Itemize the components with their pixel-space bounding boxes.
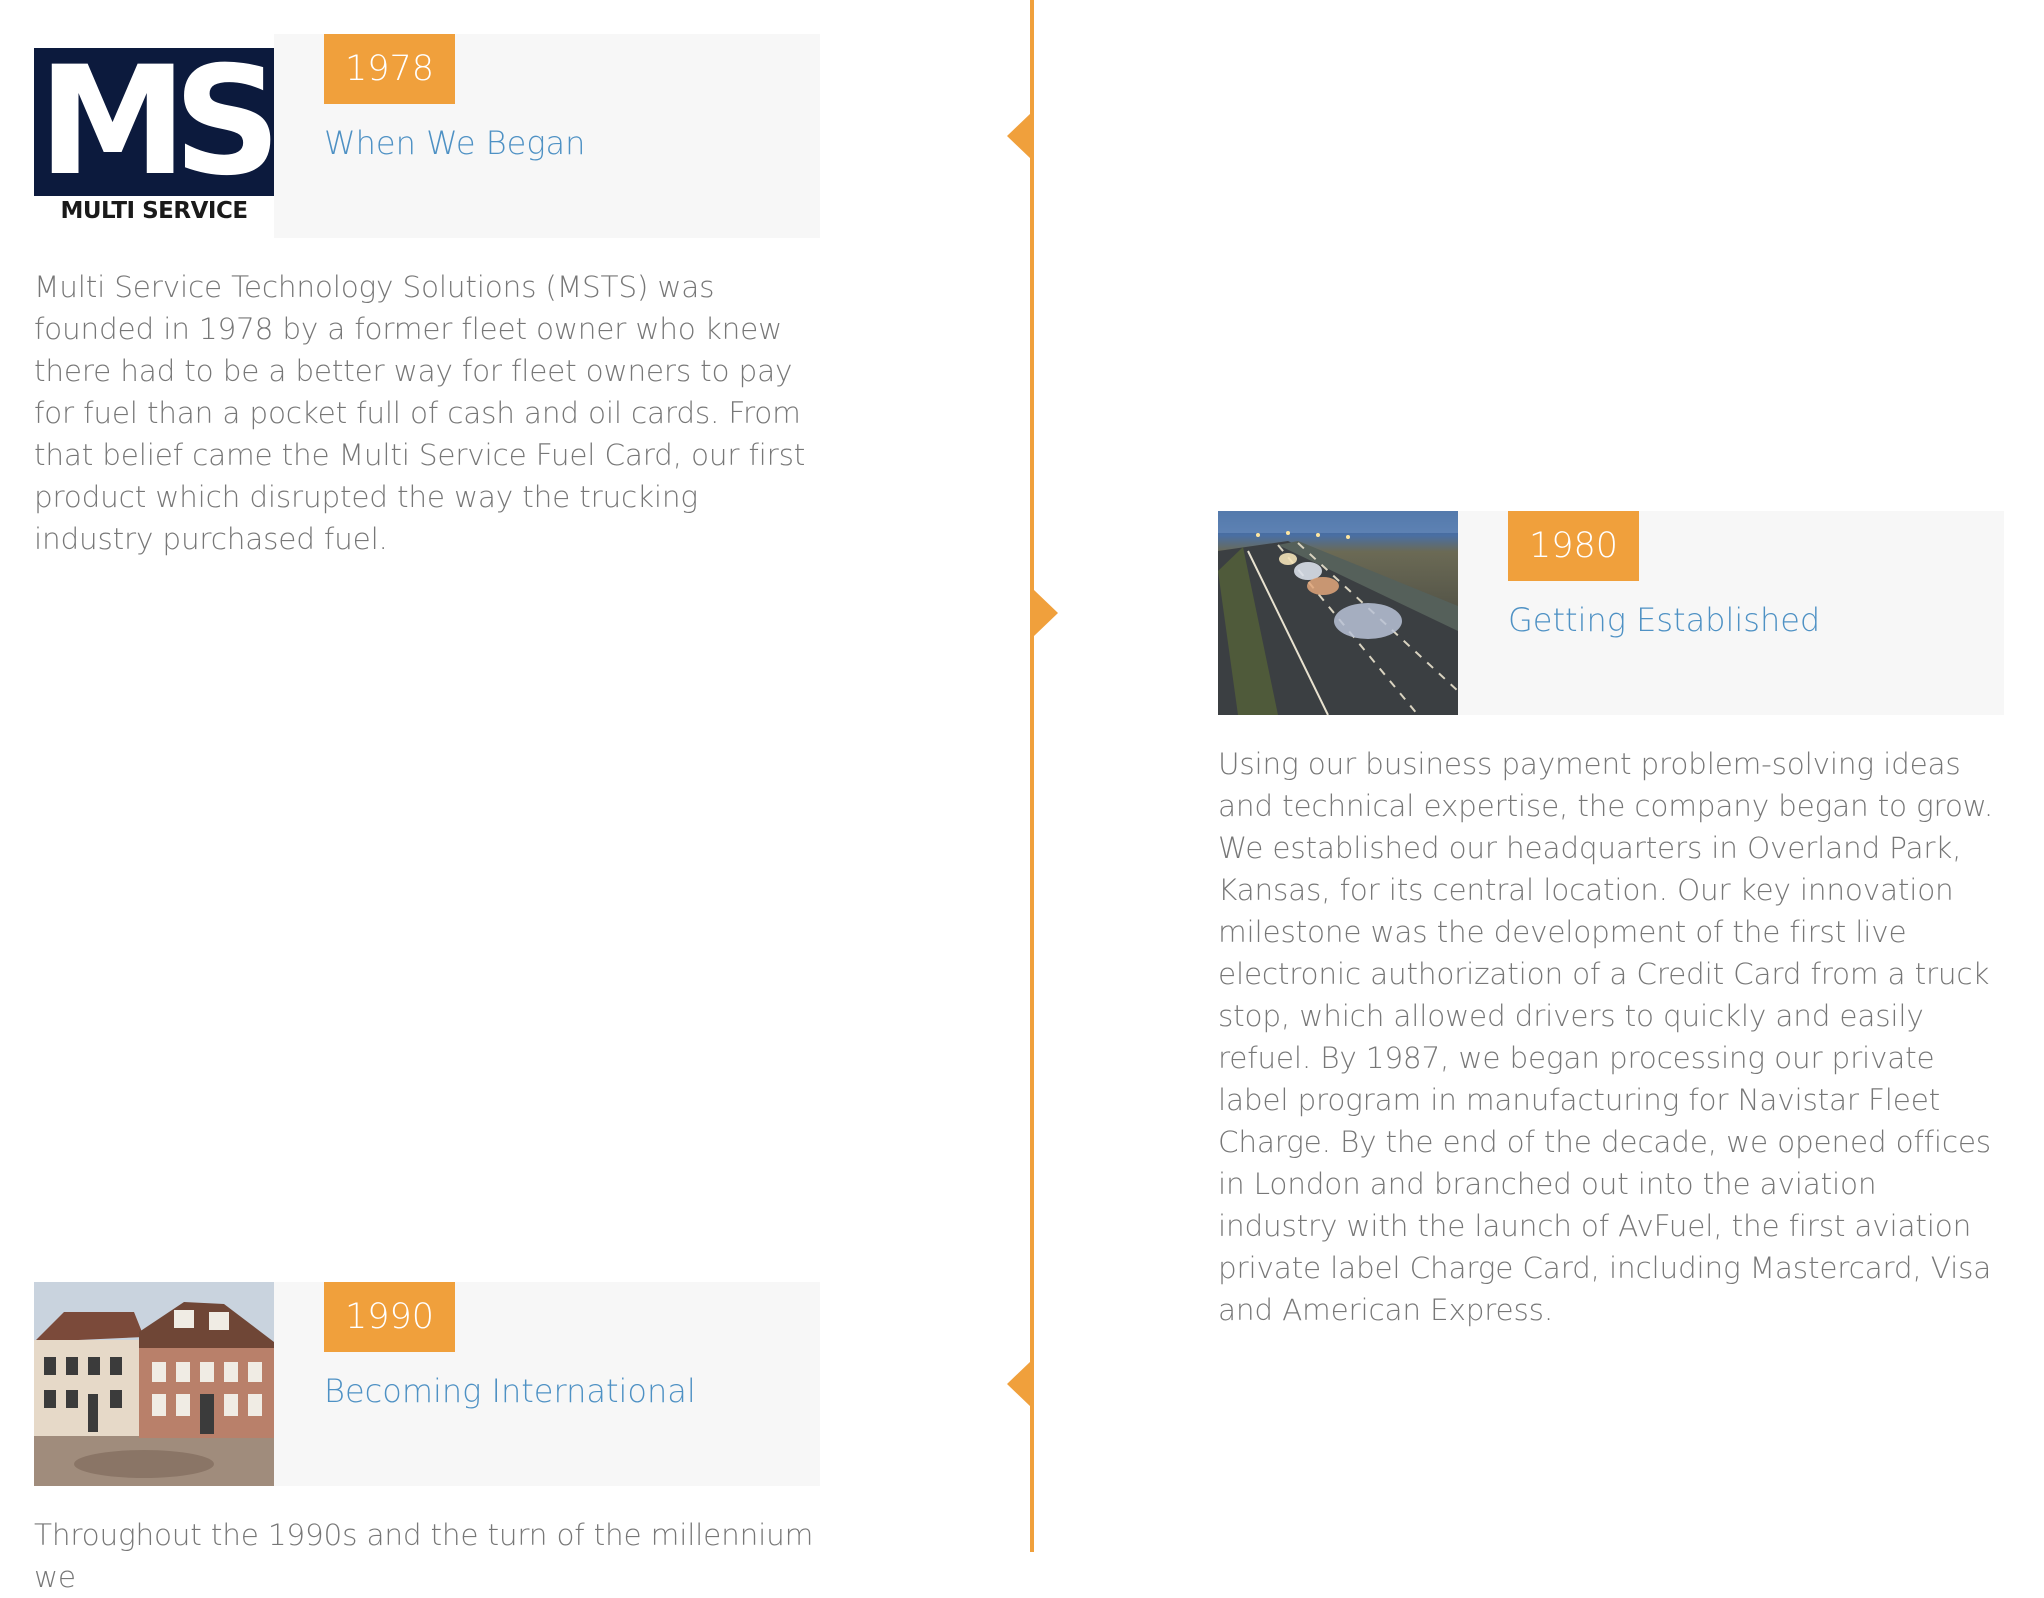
ms-logo-image: MS MULTI SERVICE [34, 34, 274, 238]
entry-description: Throughout the 1990s and the turn of the… [34, 1518, 814, 1594]
logo-caption: MULTI SERVICE [60, 198, 248, 224]
logo: MS MULTI SERVICE [34, 35, 274, 224]
entry-card: MS MULTI SERVICE 1978 When We Began [34, 34, 820, 238]
entry-title-link[interactable]: Becoming International [324, 1372, 696, 1410]
entry-card: 1990 Becoming International [34, 1282, 820, 1486]
timeline-line [1030, 0, 1034, 1552]
year-badge: 1980 [1508, 511, 1640, 581]
entry-card: 1980 Getting Established [1218, 511, 2004, 715]
timeline-marker-1980 [1034, 590, 1058, 636]
building-photo [34, 1282, 274, 1486]
year-badge: 1990 [324, 1282, 456, 1352]
entry-description: Multi Service Technology Solutions (MSTS… [34, 270, 806, 556]
logo-letters: MS [38, 35, 274, 209]
highway-photo [1218, 511, 1458, 715]
entry-description: Using our business payment problem-solvi… [1218, 747, 1994, 1327]
timeline-entry-1990: 1990 Becoming International Throughout t… [34, 1282, 820, 1598]
timeline-entry-1980: 1980 Getting Established Using our busin… [1218, 511, 2004, 1331]
year-badge: 1978 [324, 34, 456, 104]
timeline-entry-1978: MS MULTI SERVICE 1978 When We Began Mult… [34, 34, 820, 560]
entry-title-link[interactable]: When We Began [324, 124, 585, 162]
entry-title-link[interactable]: Getting Established [1508, 601, 1820, 639]
timeline-marker-1990 [1007, 1361, 1031, 1407]
timeline-marker-1978 [1007, 113, 1031, 159]
